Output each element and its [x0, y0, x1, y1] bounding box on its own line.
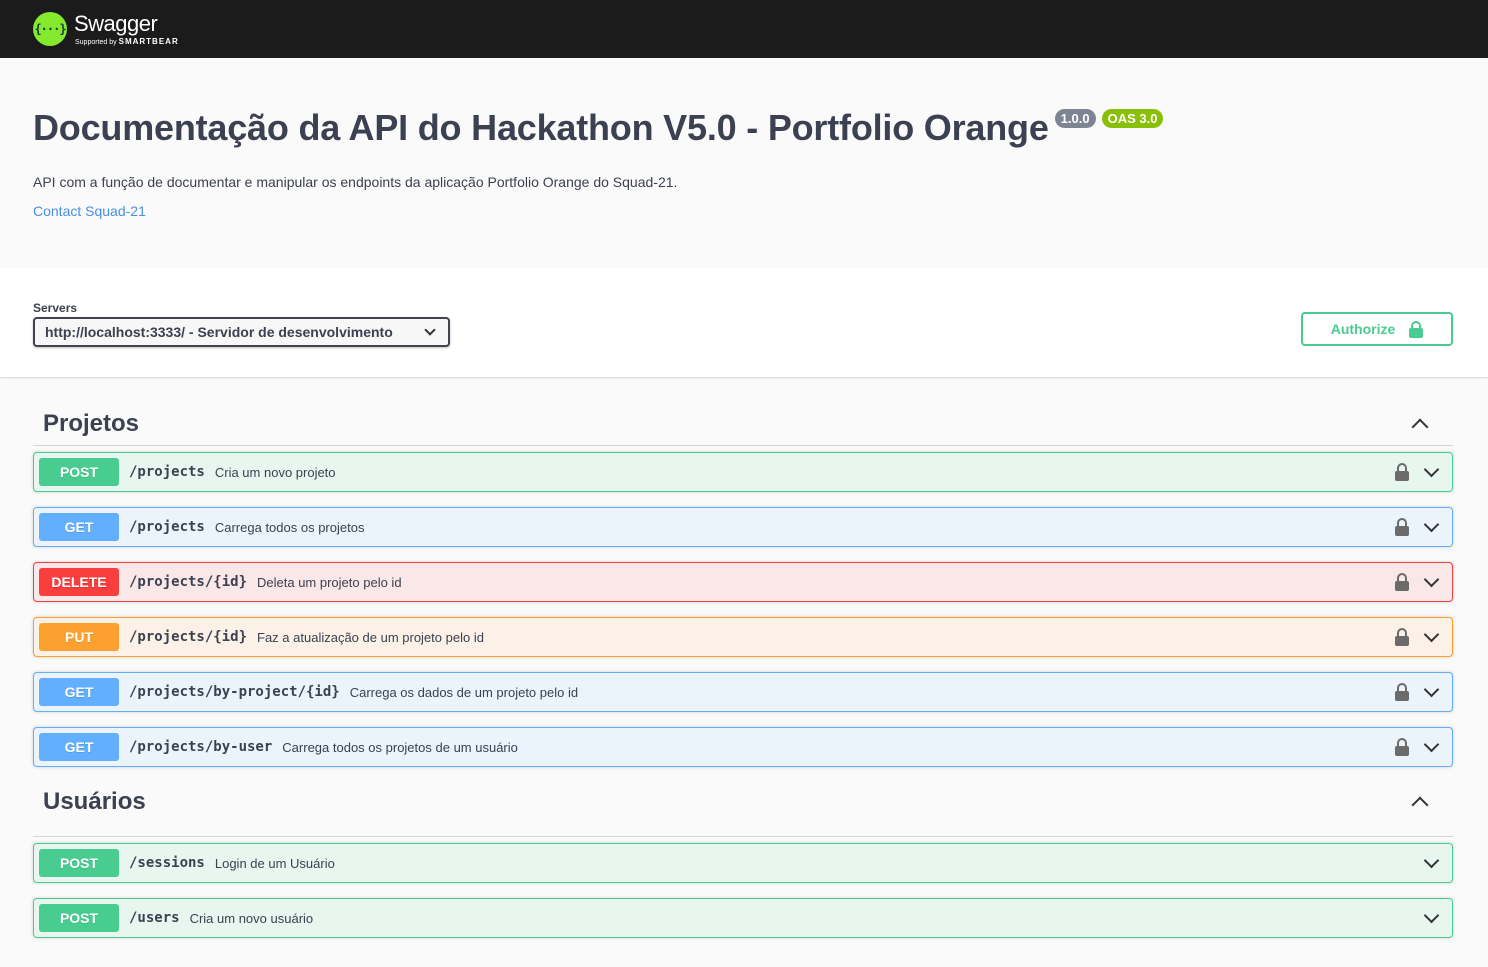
operation-path: /projects/{id} [129, 629, 248, 645]
operation-path: /projects/{id} [129, 574, 248, 590]
page-title: Documentação da API do Hackathon V5.0 - … [33, 107, 1049, 148]
opblock-put[interactable]: PUT/projects/{id} Faz a atualização de um… [33, 617, 1453, 657]
tag-title: Usuários [43, 787, 146, 815]
logo-sub-prefix: Supported by [75, 38, 117, 46]
logo-text: Swagger Supported by SMARTBEAR [74, 10, 179, 46]
opblock-get[interactable]: GET/projects/by-project/{id} Carrega os d… [33, 672, 1453, 712]
opblock-post[interactable]: POST/sessions Login de um Usuário [33, 843, 1453, 883]
operation-summary: Carrega todos os projetos de um usuário [282, 739, 518, 755]
operation-summary: Login de um Usuário [214, 855, 335, 871]
operation-path: /projects [129, 519, 205, 535]
chevron-down-icon [424, 324, 436, 336]
method-badge: PUT [39, 623, 119, 651]
operation-path: /projects/by-project/{id} [129, 684, 340, 700]
method-badge: DELETE [39, 568, 119, 596]
method-badge: POST [39, 904, 119, 932]
method-badge: POST [39, 458, 119, 486]
opblock-get[interactable]: GET/projects Carrega todos os projetos [33, 507, 1453, 547]
operation-path: /projects [129, 464, 205, 480]
operation-icons [1395, 461, 1440, 481]
title-row: Documentação da API do Hackathon V5.0 - … [33, 106, 1455, 150]
operation-icons [1395, 736, 1440, 756]
oas-badge: OAS 3.0 [1101, 109, 1164, 128]
chevron-down-icon[interactable] [1423, 852, 1440, 868]
api-description: API com a função de documentar e manipul… [33, 174, 678, 190]
operation-icons [1395, 516, 1440, 536]
method-badge: GET [39, 513, 119, 541]
servers-label: Servers [33, 301, 78, 315]
chevron-up-icon[interactable] [1411, 418, 1429, 435]
method-badge: POST [39, 849, 119, 877]
scheme-container: Servers http://localhost:3333/ - Servido… [0, 268, 1488, 377]
topbar: {···} Swagger Supported by SMARTBEAR [0, 0, 1488, 58]
authorize-button[interactable]: Authorize [1301, 312, 1453, 346]
operation-icons [1395, 681, 1440, 701]
method-badge: GET [39, 678, 119, 706]
lock-icon[interactable] [1395, 628, 1409, 646]
contact-link[interactable]: Contact Squad-21 [33, 203, 146, 219]
operation-icons [1395, 626, 1440, 646]
chevron-down-icon[interactable] [1423, 626, 1440, 642]
lock-icon[interactable] [1395, 463, 1409, 481]
chevron-down-icon[interactable] [1423, 736, 1440, 752]
tag-title: Projetos [43, 409, 140, 437]
servers-selected-value: http://localhost:3333/ - Servidor de des… [45, 324, 393, 340]
operation-icons [1395, 571, 1440, 591]
authorize-label: Authorize [1330, 321, 1396, 337]
operation-path: /projects/by-user [129, 739, 273, 755]
operation-icons [1423, 852, 1440, 868]
servers-section: Servers http://localhost:3333/ - Servido… [33, 301, 450, 377]
swagger-logo-icon: {···} [33, 12, 67, 46]
unlocked-icon [1409, 320, 1424, 338]
lock-icon[interactable] [1395, 518, 1409, 536]
operations-container: Projetos POST/projects Cria um novo projet… [0, 402, 1488, 938]
tag-header-0[interactable]: Projetos [33, 402, 1453, 446]
operation-summary: Carrega todos os projetos [214, 519, 365, 535]
tag-header-1[interactable]: Usuários [33, 767, 1453, 837]
chevron-down-icon[interactable] [1423, 571, 1440, 587]
lock-icon[interactable] [1395, 683, 1409, 701]
operation-path: /users [129, 910, 180, 926]
opblock-post[interactable]: POST/projects Cria um novo projeto [33, 452, 1453, 492]
operation-summary: Faz a atualização de um projeto pelo id [257, 629, 484, 645]
opblock-post[interactable]: POST/users Cria um novo usuário [33, 898, 1453, 938]
opblock-delete[interactable]: DELETE/projects/{id} Deleta um projeto pe… [33, 562, 1453, 602]
method-badge: GET [39, 733, 119, 761]
opblock-get[interactable]: GET/projects/by-user Carrega todos os pro… [33, 727, 1453, 767]
lock-icon[interactable] [1395, 738, 1409, 756]
chevron-up-icon[interactable] [1411, 796, 1429, 813]
operation-summary: Carrega os dados de um projeto pelo id [349, 684, 579, 700]
chevron-down-icon[interactable] [1423, 681, 1440, 697]
swagger-logo[interactable]: {···} Swagger Supported by SMARTBEAR [33, 12, 179, 46]
operation-summary: Cria um novo usuário [189, 910, 314, 926]
version-badge: 1.0.0 [1054, 109, 1096, 128]
operation-path: /sessions [129, 855, 205, 871]
lock-icon[interactable] [1395, 573, 1409, 591]
chevron-down-icon[interactable] [1423, 461, 1440, 477]
chevron-down-icon[interactable] [1423, 516, 1440, 532]
operation-icons [1423, 907, 1440, 923]
operation-summary: Deleta um projeto pelo id [257, 574, 402, 590]
logo-sub-brand: SMARTBEAR [118, 36, 179, 46]
operation-summary: Cria um novo projeto [214, 464, 336, 480]
chevron-down-icon[interactable] [1423, 907, 1440, 923]
logo-subtitle: Supported by SMARTBEAR [75, 36, 179, 46]
servers-select[interactable]: http://localhost:3333/ - Servidor de des… [33, 317, 450, 347]
api-info: Documentação da API do Hackathon V5.0 - … [0, 58, 1488, 268]
logo-name: Swagger [74, 10, 158, 36]
